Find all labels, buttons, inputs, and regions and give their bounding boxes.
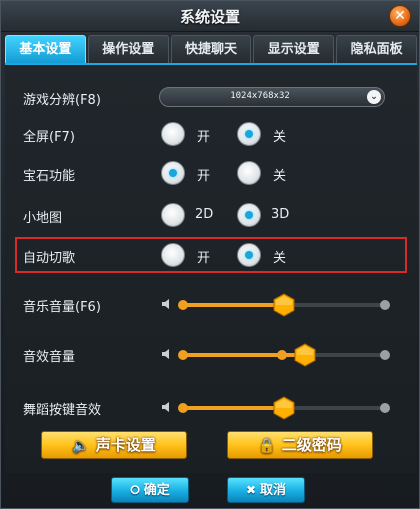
tab-basic-settings[interactable]: 基本设置 [5, 35, 86, 63]
basic-settings-panel: 游戏分辨(F8) 1024x768x32 ⌄ 全屏(F7) 开 关 宝石功能 开… [5, 63, 417, 473]
speaker-icon [162, 349, 169, 359]
slider-max-dot [380, 350, 390, 360]
settings-window: 系统设置 ✕ 基本设置 操作设置 快捷聊天 显示设置 隐私面板 游戏分辨(F8)… [0, 0, 420, 509]
minimap-3d-label: 3D [271, 207, 290, 222]
gem-off-radio[interactable] [237, 161, 261, 185]
resolution-value: 1024x768x32 [230, 91, 290, 101]
secondary-password-button[interactable]: 🔒 二级密码 [227, 431, 373, 459]
minimap-2d-radio[interactable] [161, 203, 185, 227]
auto-song-label: 自动切歌 [23, 251, 76, 266]
tab-privacy-panel[interactable]: 隐私面板 [336, 35, 417, 63]
title-bar: 系统设置 ✕ [1, 1, 419, 32]
sound-card-label: 声卡设置 [95, 436, 156, 454]
fullscreen-on-label: 开 [197, 130, 211, 145]
music-volume-slider[interactable] [178, 293, 390, 317]
fullscreen-on-radio[interactable] [161, 122, 185, 146]
resolution-select[interactable]: 1024x768x32 ⌄ [159, 87, 385, 107]
gem-label: 宝石功能 [23, 169, 76, 184]
gem-on-radio[interactable] [161, 161, 185, 185]
dance-key-volume-label: 舞蹈按键音效 [23, 403, 102, 418]
fullscreen-row: 全屏(F7) 开 关 [5, 120, 417, 150]
dance-key-volume-slider[interactable] [178, 396, 390, 420]
sfx-volume-label: 音效音量 [23, 350, 76, 365]
x-icon: ✖ [245, 483, 257, 497]
slider-fill [181, 303, 284, 307]
auto-song-on-label: 开 [197, 251, 211, 266]
confirm-button[interactable]: ⭘ 确定 [111, 477, 189, 503]
sfx-volume-row: 音效音量 [5, 340, 417, 370]
cancel-label: 取消 [260, 483, 287, 498]
auto-song-off-label: 关 [273, 251, 287, 266]
speaker-icon: 🔈 [72, 438, 90, 454]
auto-song-on-radio[interactable] [161, 243, 185, 267]
lock-icon: 🔒 [258, 438, 276, 454]
minimap-label: 小地图 [23, 211, 63, 226]
minimap-3d-radio[interactable] [237, 203, 261, 227]
dance-key-volume-row: 舞蹈按键音效 [5, 393, 417, 423]
auto-song-row: 自动切歌 开 关 [5, 241, 417, 271]
fullscreen-label: 全屏(F7) [23, 130, 75, 145]
slider-mid-dot [277, 350, 287, 360]
tab-quick-chat[interactable]: 快捷聊天 [170, 35, 252, 63]
circle-icon: ⭘ [130, 483, 140, 497]
slider-min-dot [178, 300, 188, 310]
tab-bar: 基本设置 操作设置 快捷聊天 显示设置 隐私面板 [5, 35, 417, 63]
sound-card-settings-button[interactable]: 🔈 声卡设置 [41, 431, 187, 459]
slider-min-dot [178, 403, 188, 413]
slider-handle[interactable] [294, 343, 316, 367]
close-icon: ✕ [394, 8, 406, 24]
slider-min-dot [178, 350, 188, 360]
slider-handle[interactable] [273, 396, 295, 420]
slider-fill [181, 406, 284, 410]
slider-handle[interactable] [273, 293, 295, 317]
tab-operation-settings[interactable]: 操作设置 [87, 35, 169, 63]
speaker-icon [162, 402, 169, 412]
slider-max-dot [380, 300, 390, 310]
secondary-password-label: 二级密码 [281, 436, 342, 454]
music-volume-label: 音乐音量(F6) [23, 300, 101, 315]
close-button[interactable]: ✕ [389, 5, 411, 27]
minimap-row: 小地图 2D 3D [5, 201, 417, 231]
gem-off-label: 关 [273, 169, 287, 184]
fullscreen-off-label: 关 [273, 130, 287, 145]
sfx-volume-slider[interactable] [178, 343, 390, 367]
speaker-icon [162, 299, 169, 309]
chevron-down-icon[interactable]: ⌄ [367, 90, 381, 104]
music-volume-row: 音乐音量(F6) [5, 290, 417, 320]
window-title: 系统设置 [179, 8, 240, 26]
resolution-label: 游戏分辨(F8) [23, 93, 101, 108]
gem-row: 宝石功能 开 关 [5, 159, 417, 189]
slider-max-dot [380, 403, 390, 413]
auto-song-off-radio[interactable] [237, 243, 261, 267]
resolution-row: 游戏分辨(F8) 1024x768x32 ⌄ [5, 83, 417, 113]
cancel-button[interactable]: ✖ 取消 [227, 477, 305, 503]
confirm-label: 确定 [143, 483, 170, 498]
tab-display-settings[interactable]: 显示设置 [253, 35, 335, 63]
gem-on-label: 开 [197, 169, 211, 184]
minimap-2d-label: 2D [195, 207, 214, 222]
fullscreen-off-radio[interactable] [237, 122, 261, 146]
